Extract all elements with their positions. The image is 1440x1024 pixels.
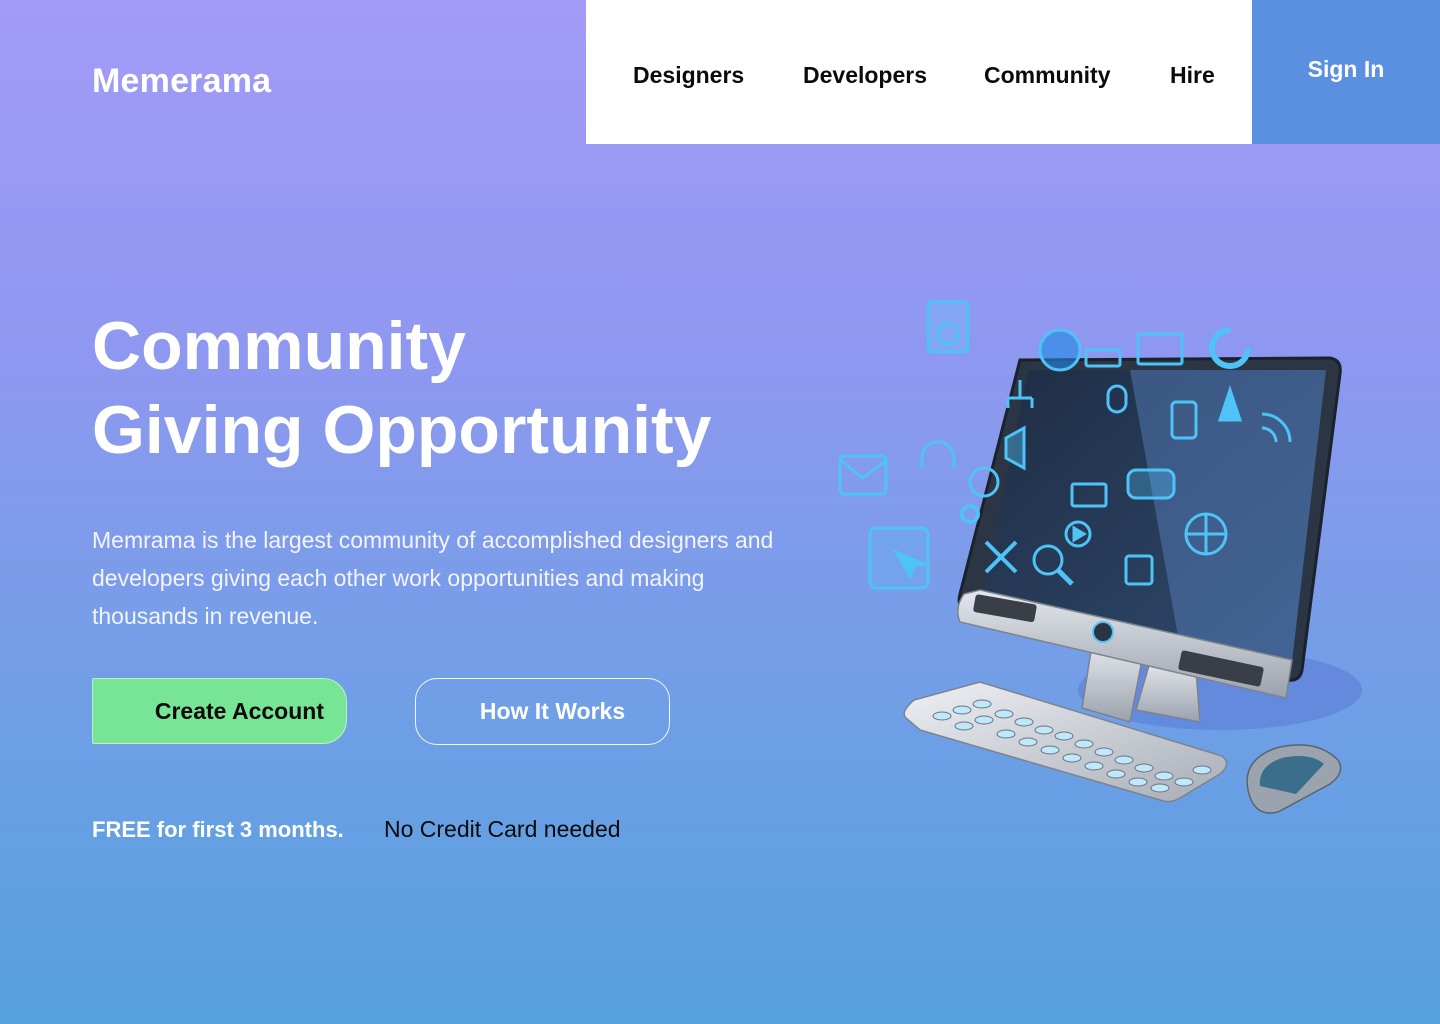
hero-title-line-2: Giving Opportunity (92, 392, 712, 468)
hero-title-line-1: Community (92, 308, 466, 384)
headphones-icon (920, 440, 956, 468)
sign-in-button[interactable]: Sign In (1252, 0, 1440, 144)
top-nav: Designers Developers Community Hire (586, 0, 1252, 144)
mail-icon (838, 454, 888, 496)
create-account-button[interactable]: Create Account (92, 678, 347, 744)
hero-title: Community Giving Opportunity (92, 304, 712, 472)
nav-item-designers[interactable]: Designers (633, 62, 744, 89)
computer-illustration (838, 300, 1362, 814)
nav-item-developers[interactable]: Developers (803, 62, 927, 89)
mouse-icon (1246, 744, 1342, 814)
nav-item-community[interactable]: Community (984, 62, 1111, 89)
power-button (1092, 621, 1114, 643)
hero-description: Memrama is the largest community of acco… (92, 527, 774, 629)
music-icon (1038, 328, 1082, 372)
brand-logo[interactable]: Memerama (92, 62, 271, 101)
gear-icon (960, 504, 980, 524)
free-trial-note: FREE for first 3 months. (92, 817, 344, 842)
no-credit-card-note: No Credit Card needed (384, 816, 621, 842)
how-it-works-button[interactable]: How It Works (415, 678, 670, 745)
nav-item-hire[interactable]: Hire (1170, 62, 1215, 89)
game-controller-icon (1126, 468, 1176, 500)
